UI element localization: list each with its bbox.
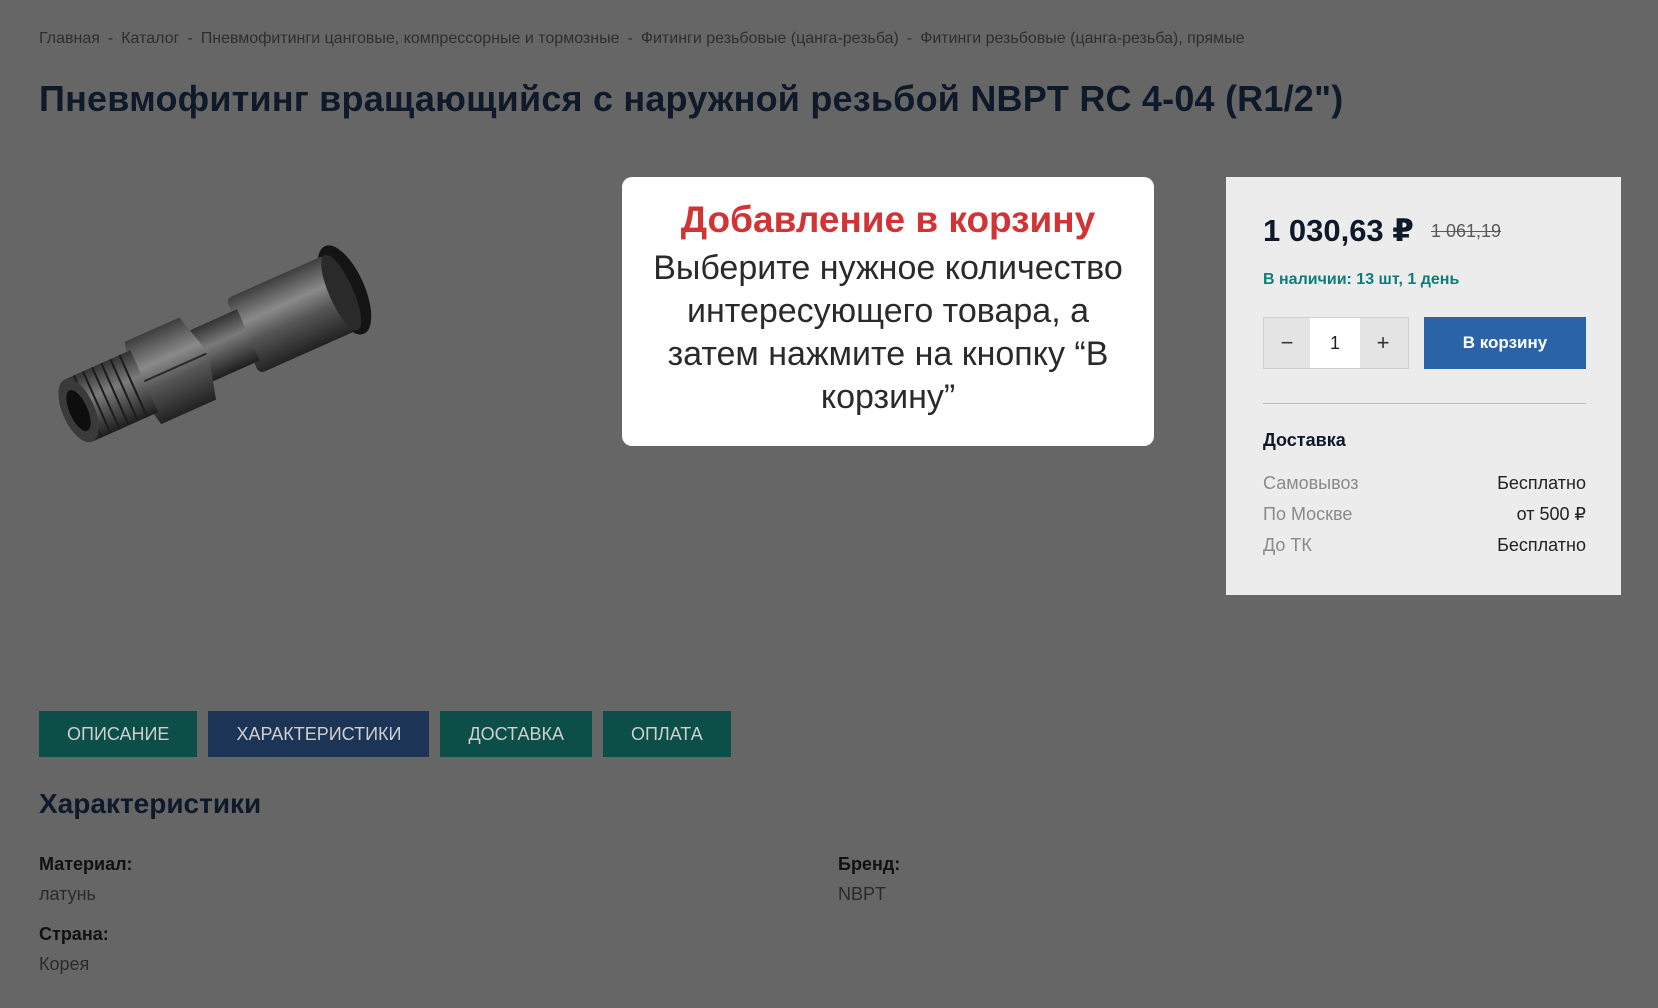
delivery-label: Самовывоз: [1263, 473, 1359, 493]
delivery-title: Доставка: [1263, 430, 1346, 450]
breadcrumb-link-home[interactable]: Главная: [39, 30, 100, 47]
spec-value: Корея: [39, 954, 90, 974]
modal-text: Выберите нужное количество интересующего…: [653, 249, 1123, 416]
delivery-label: По Москве: [1263, 504, 1353, 524]
spec-label: Страна:: [39, 924, 109, 944]
spec-brand: Бренд: NBPT: [838, 854, 900, 905]
tab-delivery[interactable]: ДОСТАВКА: [440, 711, 592, 757]
breadcrumb-link-threaded-fittings[interactable]: Фитинги резьбовые (цанга-резьба): [641, 30, 899, 47]
current-price: 1 030,63 ₽: [1263, 213, 1414, 248]
delivery-row-pickup: Самовывоз Бесплатно: [1263, 473, 1586, 494]
product-page: Главная - Каталог - Пневмофитинги цанговые, …: [0, 0, 1658, 1008]
breadcrumb-separator: -: [107, 30, 114, 47]
delivery-label: До ТК: [1263, 535, 1312, 555]
buy-panel: 1 030,63 ₽ 1 061,19 В наличии: 13 шт, 1 …: [1226, 177, 1621, 595]
quantity-increase-button[interactable]: +: [1360, 318, 1406, 368]
spec-label: Материал:: [39, 854, 133, 874]
product-tabs: ОПИСАНИЕ ХАРАКТЕРИСТИКИ ДОСТАВКА ОПЛАТА: [39, 711, 742, 757]
spec-value: NBPT: [838, 884, 887, 904]
specs-title: Характеристики: [39, 788, 262, 819]
breadcrumb-link-straight-fittings[interactable]: Фитинги резьбовые (цанга-резьба), прямые: [920, 30, 1244, 47]
delivery-row-tk: До ТК Бесплатно: [1263, 535, 1586, 556]
breadcrumb-separator: -: [906, 30, 913, 47]
divider: [1263, 403, 1586, 404]
stock-status: В наличии: 13 шт, 1 день: [1263, 271, 1460, 288]
breadcrumb-link-pneumofittings[interactable]: Пневмофитинги цанговые, компрессорные и …: [201, 30, 620, 47]
tab-characteristics[interactable]: ХАРАКТЕРИСТИКИ: [208, 711, 430, 757]
add-to-cart-hint-modal: Добавление в корзину Выберите нужное кол…: [622, 177, 1154, 446]
breadcrumb-link-catalog[interactable]: Каталог: [121, 30, 179, 47]
quantity-stepper: − +: [1263, 317, 1409, 369]
add-to-cart-button[interactable]: В корзину: [1424, 317, 1586, 369]
tab-description[interactable]: ОПИСАНИЕ: [39, 711, 198, 757]
delivery-value: от 500 ₽: [1516, 504, 1586, 524]
old-price: 1 061,19: [1431, 221, 1502, 241]
spec-label: Бренд:: [838, 854, 901, 874]
quantity-decrease-button[interactable]: −: [1264, 318, 1310, 368]
breadcrumb-separator: -: [187, 30, 193, 47]
quantity-input[interactable]: [1310, 318, 1360, 368]
product-image[interactable]: [38, 245, 398, 465]
spec-country: Страна: Корея: [39, 924, 109, 975]
modal-title: Добавление в корзину: [680, 199, 1096, 240]
tab-payment[interactable]: ОПЛАТА: [602, 711, 731, 757]
breadcrumb-separator: -: [627, 30, 633, 47]
page-title: Пневмофитинг вращающийся с наружной резь…: [39, 78, 1344, 119]
spec-value: латунь: [39, 884, 96, 904]
delivery-value: Бесплатно: [1497, 535, 1586, 555]
fitting-illustration: [58, 245, 372, 443]
spec-material: Материал: латунь: [39, 854, 133, 905]
delivery-row-moscow: По Москве от 500 ₽: [1263, 504, 1586, 525]
breadcrumb: Главная - Каталог - Пневмофитинги цанговые, …: [39, 30, 1245, 48]
delivery-value: Бесплатно: [1497, 473, 1586, 493]
